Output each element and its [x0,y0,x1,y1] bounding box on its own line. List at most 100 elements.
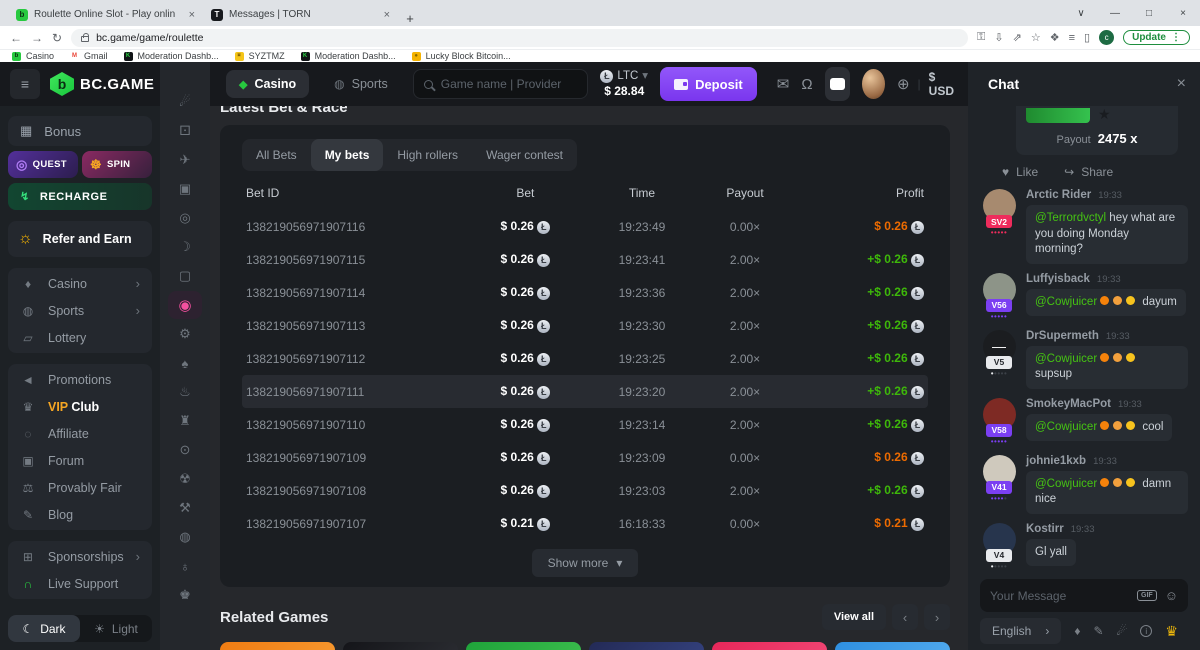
rail-category-icon[interactable]: ☄ [168,88,202,116]
bet-row[interactable]: 138219056971907109 $ 0.26 Ł 19:23:09 0.0… [242,441,928,474]
rail-category-icon[interactable]: ♨ [168,378,202,406]
carousel-next-icon[interactable]: › [924,604,950,630]
user-avatar[interactable] [862,69,885,99]
rail-category-icon[interactable]: ▢ [168,262,202,290]
sidebar-nav-item[interactable]: ◄ Promotions [12,366,148,393]
theme-light-option[interactable]: ☀ Light [80,615,152,642]
bet-row[interactable]: 138219056971907115 $ 0.26 Ł 19:23:41 2.0… [242,243,928,276]
sidebar-nav-item[interactable]: ✎ Blog [12,501,148,528]
address-bar[interactable]: bc.game/game/roulette [71,29,968,47]
game-card[interactable] [712,642,827,650]
bets-tab[interactable]: My bets [311,139,384,171]
rail-category-icon[interactable]: ♚ [168,581,202,609]
tab-close-icon[interactable]: × [384,9,390,21]
bet-row[interactable]: 138219056971907107 $ 0.21 Ł 16:18:33 0.0… [242,507,928,540]
quest-button[interactable]: ◎ QUEST [8,151,78,178]
recharge-button[interactable]: ↯ RECHARGE [8,183,152,210]
share-button[interactable]: ↪ Share [1064,165,1113,179]
bookmark-item[interactable]: M Gmail [70,51,108,61]
mention[interactable]: @Cowjuicer [1035,353,1097,365]
rail-category-icon[interactable]: ⚒ [168,494,202,522]
reading-list-icon[interactable]: ≡ [1069,32,1075,44]
password-key-icon[interactable]: ⚿ [977,31,985,44]
gif-icon[interactable]: GIF [1137,590,1157,601]
fiat-currency-selector[interactable]: ⊕ | $ USD [897,70,954,98]
deposit-button[interactable]: Deposit [660,67,757,101]
update-button[interactable]: Update ⋮ [1123,30,1190,45]
chat-username[interactable]: SmokeyMacPot [1026,398,1111,410]
emoji-smiley-icon[interactable]: ☺ [1165,588,1178,603]
back-icon[interactable]: ← [10,31,22,45]
spin-button[interactable]: ☸ SPIN [82,151,152,178]
carousel-prev-icon[interactable]: ‹ [892,604,918,630]
view-all-button[interactable]: View all [822,604,886,630]
bet-row[interactable]: 138219056971907108 $ 0.26 Ł 19:23:03 2.0… [242,474,928,507]
forward-icon[interactable]: → [31,31,43,45]
theme-toggle[interactable]: ☾ Dark ☀ Light [8,615,152,642]
rail-category-icon[interactable]: ✈ [168,146,202,174]
chat-username[interactable]: johnie1kxb [1026,455,1086,467]
wallet-balance[interactable]: Ł LTC ▾ $ 28.84 [600,69,648,98]
sidebar-nav-item[interactable]: ▣ Forum [12,447,148,474]
currency-caret-icon[interactable]: ▾ [642,69,648,83]
game-card[interactable] [220,642,335,650]
profile-chevron-icon[interactable]: ∨ [1064,8,1098,19]
bet-row[interactable]: 138219056971907113 $ 0.26 Ł 19:23:30 2.0… [242,309,928,342]
info-icon[interactable]: i [1140,625,1152,637]
share-icon[interactable]: ⇗ [1013,31,1022,44]
sidebar-nav-item[interactable]: ▱ Lottery [12,324,148,351]
bets-tab[interactable]: High rollers [383,139,472,171]
bet-row[interactable]: 138219056971907114 $ 0.26 Ł 19:23:36 2.0… [242,276,928,309]
restore-icon[interactable]: □ [1132,8,1166,19]
sidebar-nav-item[interactable]: ∩ Live Support [12,570,148,597]
sidebar-nav-item[interactable]: ⚖ Provably Fair [12,474,148,501]
rail-category-icon[interactable]: ♁ [168,552,202,580]
mention[interactable]: @Cowjuicer [1035,421,1097,433]
bookmark-item[interactable]: K Moderation Dashb... [124,51,219,61]
side-panel-icon[interactable]: ▯ [1084,31,1090,44]
mention[interactable]: @Terrordvctyl [1035,212,1106,224]
notifications-bell-icon[interactable]: Ω [801,76,812,93]
show-more-button[interactable]: Show more ▾ [532,549,639,577]
bookmark-item[interactable]: b Casino [12,51,54,61]
bet-row[interactable]: 138219056971907112 $ 0.26 Ł 19:23:25 2.0… [242,342,928,375]
rail-category-icon[interactable]: ☢ [168,465,202,493]
brand-logo[interactable]: b BC.GAME [50,72,154,96]
chat-username[interactable]: Luffyisback [1026,273,1090,285]
sidebar-item-bonus[interactable]: ▦ Bonus [8,116,152,146]
sidebar-nav-item[interactable]: ♦ Casino › [12,270,148,297]
url-text[interactable]: bc.game/game/roulette [96,32,203,44]
chat-body[interactable]: ★ Payout 2475 x ♥ Like ↪ Share [968,106,1200,571]
rail-category-icon[interactable]: ⊙ [168,436,202,464]
extensions-icon[interactable]: ❖ [1050,31,1060,44]
bet-row[interactable]: 138219056971907110 $ 0.26 Ł 19:23:14 2.0… [242,408,928,441]
bookmark-item[interactable]: ● Lucky Block Bitcoin... [412,51,511,61]
browser-tab[interactable]: T Messages | TORN × [203,3,398,26]
game-card[interactable] [835,642,950,650]
minimize-icon[interactable]: — [1098,8,1132,19]
rail-category-icon[interactable]: ⚙ [168,320,202,348]
tab-close-icon[interactable]: × [189,9,195,21]
rail-category-icon[interactable]: ◉ [168,291,202,319]
bets-tab[interactable]: All Bets [242,139,311,171]
mention[interactable]: @Cowjuicer [1035,478,1097,490]
reload-icon[interactable]: ↻ [52,31,62,45]
new-tab-button[interactable]: + [398,11,422,26]
rail-category-icon[interactable]: ☽ [168,233,202,261]
mention[interactable]: @Cowjuicer [1035,296,1097,308]
sidebar-nav-item[interactable]: ♛ VIP Club [12,393,148,420]
game-search-input[interactable]: Game name | Provider [413,69,589,99]
shared-bet-card[interactable]: ★ Payout 2475 x [1016,106,1178,155]
rail-category-icon[interactable]: ▣ [168,175,202,203]
bookmark-item[interactable]: ¤ SYZTMZ [235,51,285,61]
chat-rules-pen-icon[interactable]: ✎ [1093,624,1103,638]
language-selector[interactable]: English › [980,618,1061,644]
trophy-icon[interactable]: ♛ [1165,623,1178,640]
hamburger-menu-icon[interactable]: ≡ [10,69,40,99]
rail-category-icon[interactable]: ♜ [168,407,202,435]
moderator-icon[interactable]: ☄ [1117,624,1128,638]
casino-toggle[interactable]: ◆ Casino [226,70,309,98]
chat-username[interactable]: DrSupermeth [1026,330,1099,342]
game-card[interactable] [343,642,458,650]
sports-toggle[interactable]: ◍ Sports [321,70,401,98]
